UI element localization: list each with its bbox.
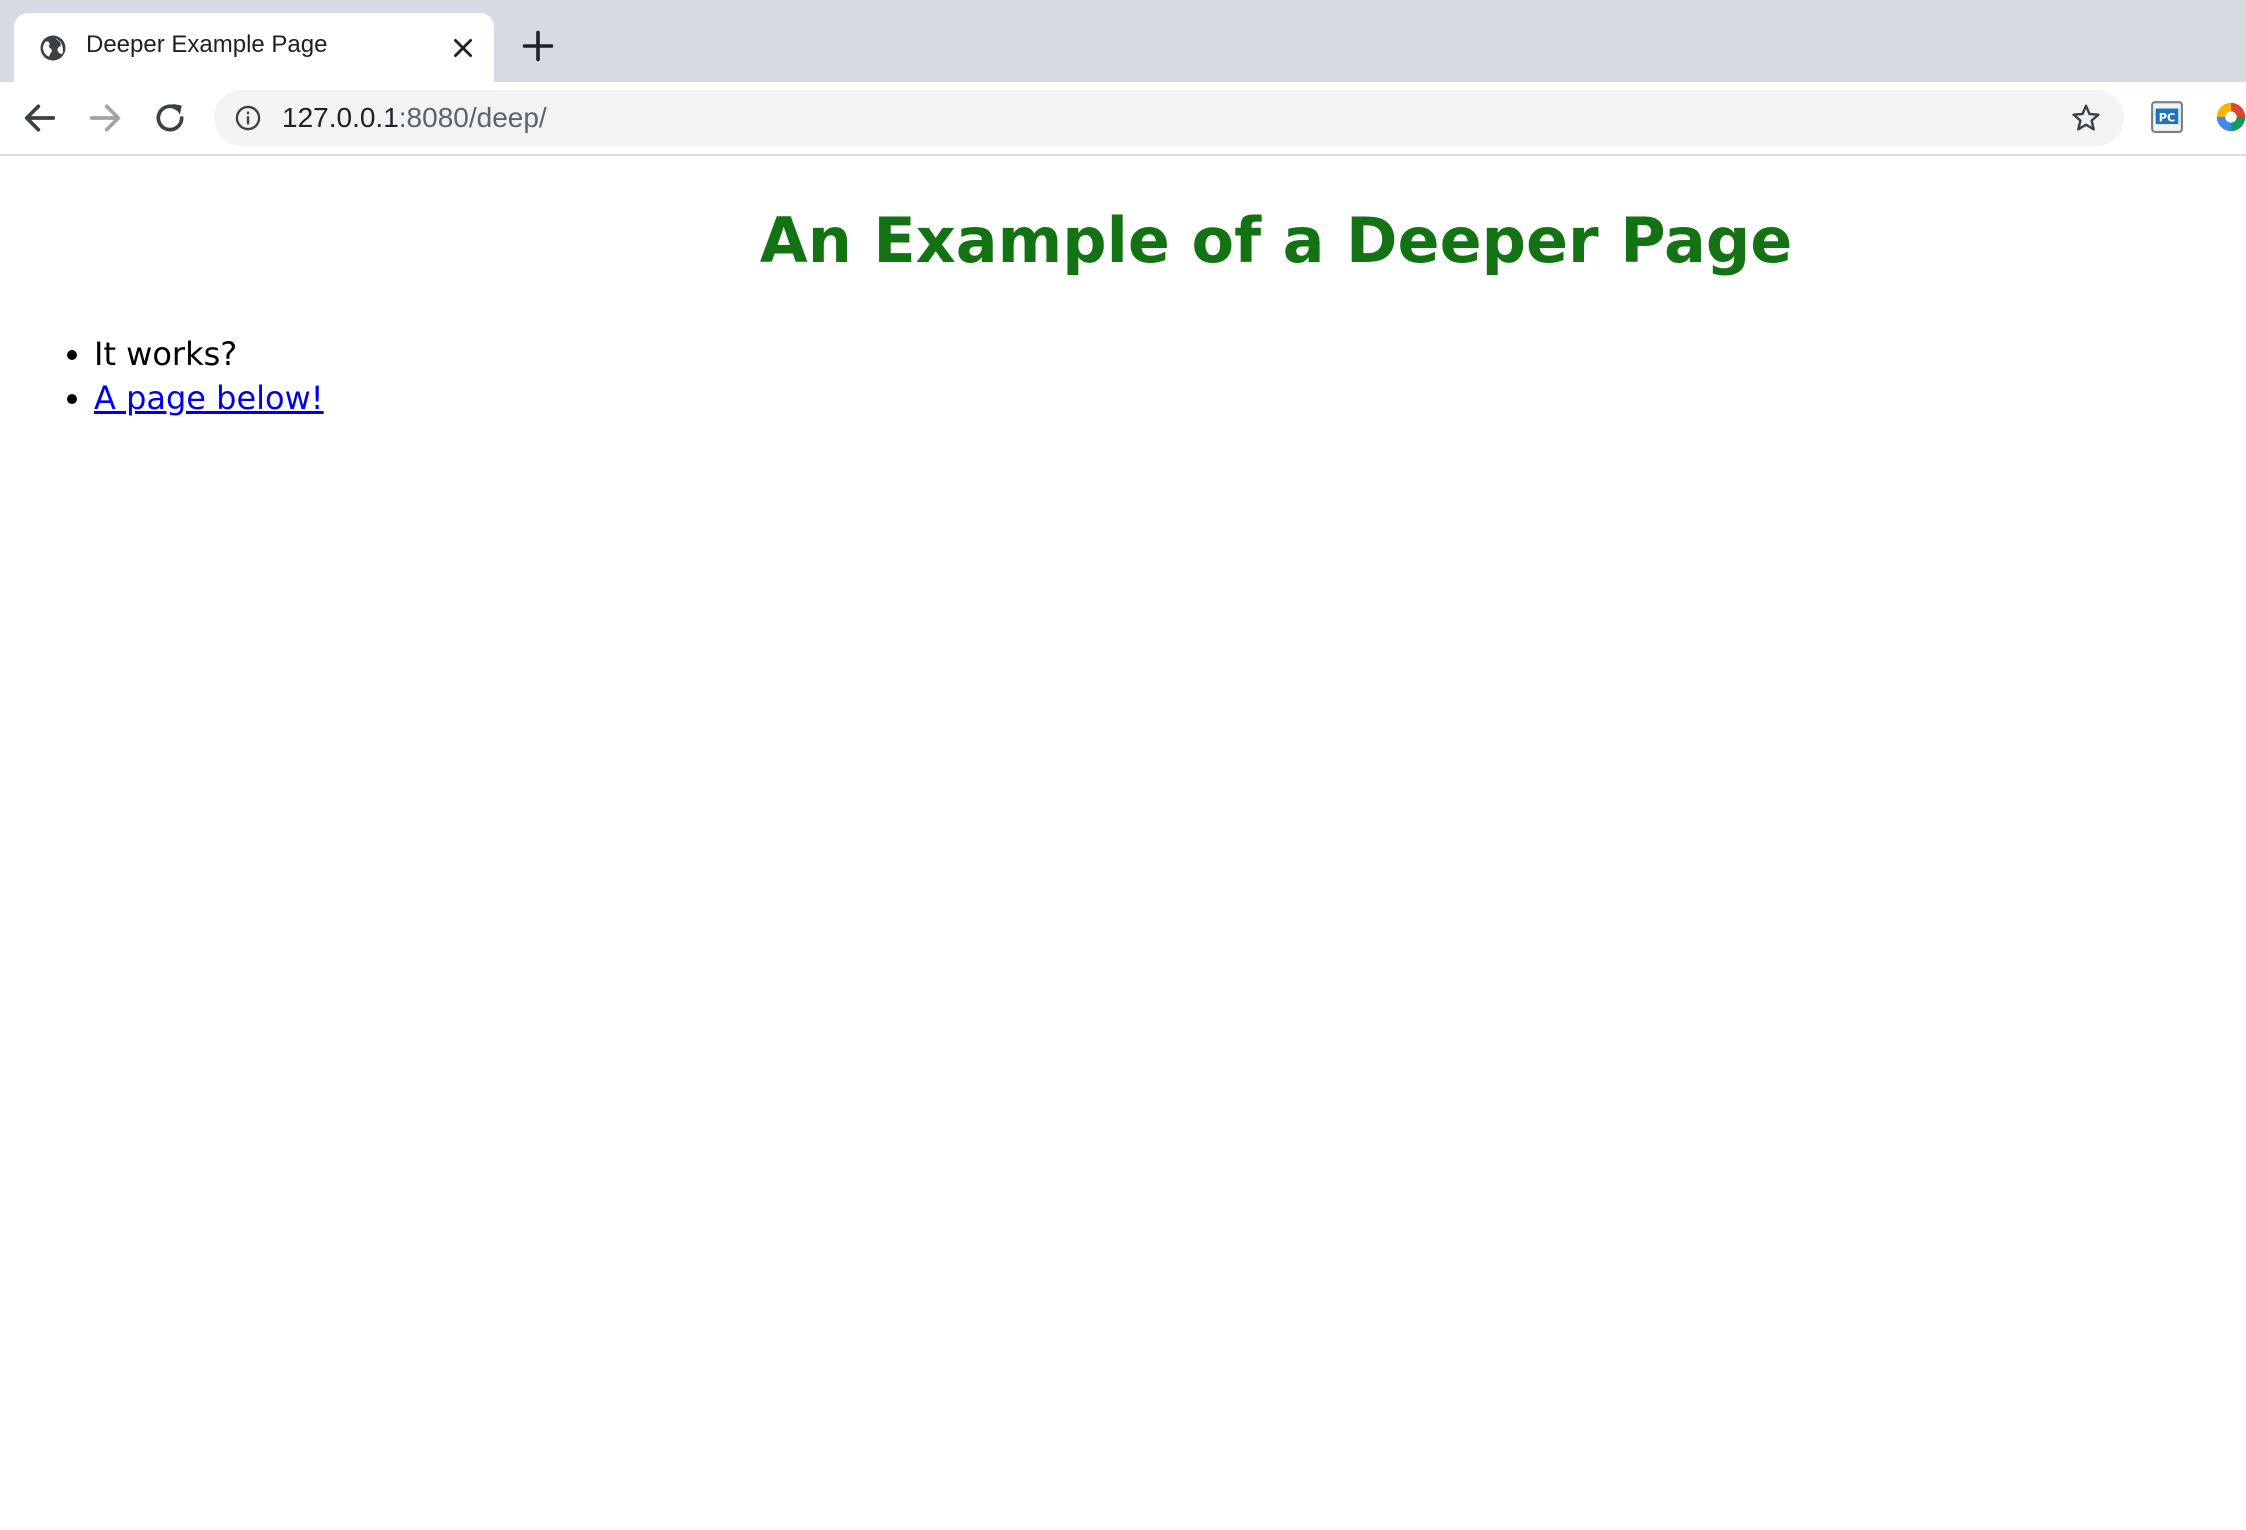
svg-text:PC: PC xyxy=(2159,110,2176,124)
url-path: :8080/deep/ xyxy=(398,102,547,133)
forward-arrow-icon[interactable] xyxy=(85,98,125,138)
browser-window: Deeper Example Page 127.0.0.1:8080/deep/… xyxy=(0,0,2246,1530)
close-tab-icon[interactable] xyxy=(450,35,476,61)
back-arrow-icon[interactable] xyxy=(20,98,60,138)
color-extension-icon[interactable] xyxy=(2214,100,2246,134)
page-below-link[interactable]: A page below! xyxy=(94,379,324,417)
reload-icon[interactable] xyxy=(150,98,190,138)
page-title: An Example of a Deeper Page xyxy=(759,204,1793,277)
page-content: An Example of a Deeper Page It works? A … xyxy=(0,156,2246,1530)
url-host: 127.0.0.1 xyxy=(282,102,399,133)
star-icon[interactable] xyxy=(2070,102,2102,134)
browser-toolbar: 127.0.0.1:8080/deep/ PC xyxy=(0,82,2246,156)
info-icon[interactable] xyxy=(234,104,262,132)
tab-active[interactable]: Deeper Example Page xyxy=(14,13,494,82)
content-list: It works? A page below! xyxy=(0,332,324,420)
new-tab-icon[interactable] xyxy=(520,28,556,64)
list-item-text: It works? xyxy=(94,335,238,373)
pycharm-extension-icon[interactable]: PC xyxy=(2150,100,2184,134)
tab-title: Deeper Example Page xyxy=(86,31,328,58)
globe-icon xyxy=(40,35,66,61)
list-item: It works? xyxy=(94,332,324,376)
url-text[interactable]: 127.0.0.1:8080/deep/ xyxy=(282,102,547,134)
address-bar[interactable]: 127.0.0.1:8080/deep/ xyxy=(214,90,2124,146)
tab-strip: Deeper Example Page xyxy=(0,0,2246,82)
list-item: A page below! xyxy=(94,376,324,420)
